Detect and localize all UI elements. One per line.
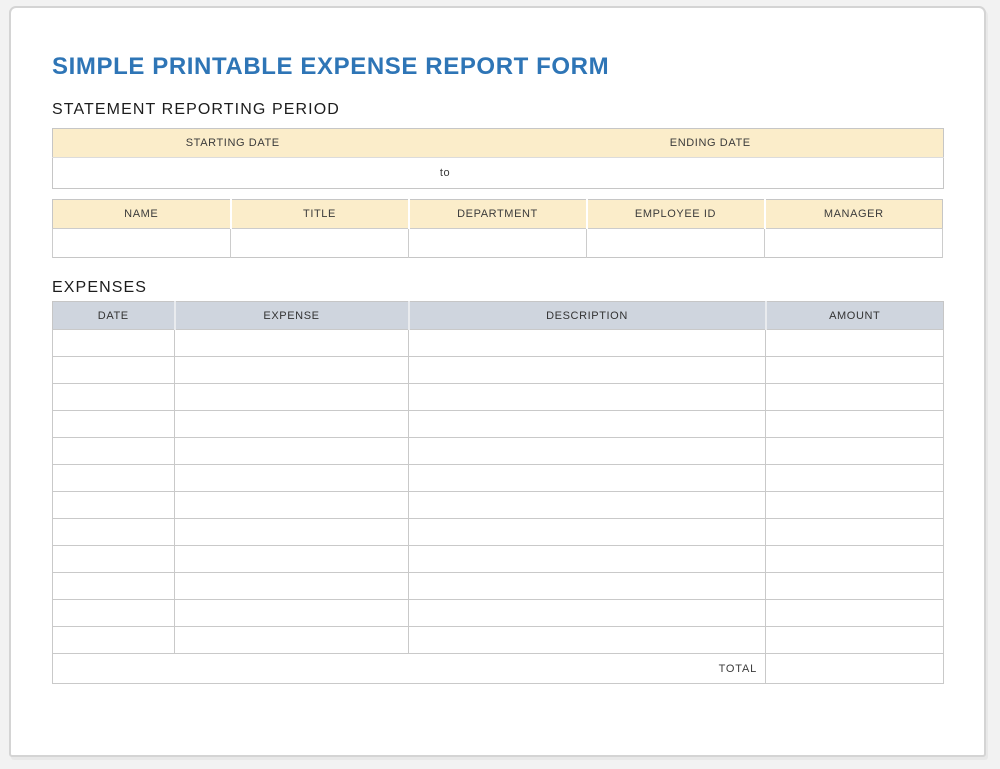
expense-row — [53, 384, 944, 411]
expense-date-cell[interactable] — [53, 627, 175, 654]
title-cell[interactable] — [231, 229, 409, 258]
expense-date-cell[interactable] — [53, 411, 175, 438]
total-row: TOTAL — [53, 654, 944, 684]
expense-date-cell[interactable] — [53, 492, 175, 519]
starting-date-cell[interactable] — [53, 158, 413, 189]
employee-info-table: NAME TITLE DEPARTMENT EMPLOYEE ID MANAGE… — [52, 199, 943, 258]
section-heading-reporting-period: STATEMENT REPORTING PERIOD — [52, 99, 941, 121]
expense-type-cell[interactable] — [175, 600, 409, 627]
expense-type-cell[interactable] — [175, 330, 409, 357]
expense-type-cell[interactable] — [175, 465, 409, 492]
period-header-spacer — [413, 129, 478, 158]
expense-row — [53, 357, 944, 384]
expense-row — [53, 465, 944, 492]
expense-description-cell[interactable] — [409, 438, 766, 465]
expense-date-cell[interactable] — [53, 519, 175, 546]
section-heading-expenses: EXPENSES — [52, 277, 941, 299]
expense-amount-cell[interactable] — [766, 384, 944, 411]
expense-description-cell[interactable] — [409, 411, 766, 438]
expense-row — [53, 573, 944, 600]
expense-row — [53, 600, 944, 627]
expense-row — [53, 627, 944, 654]
manager-header: MANAGER — [765, 200, 943, 229]
department-header: DEPARTMENT — [409, 200, 587, 229]
expense-header: EXPENSE — [175, 302, 409, 330]
expense-amount-cell[interactable] — [766, 411, 944, 438]
expense-amount-cell[interactable] — [766, 330, 944, 357]
expense-description-cell[interactable] — [409, 546, 766, 573]
employee-value-row — [53, 229, 943, 258]
expense-amount-cell[interactable] — [766, 546, 944, 573]
expense-amount-cell[interactable] — [766, 627, 944, 654]
total-amount-cell[interactable] — [766, 654, 944, 684]
expenses-table: DATE EXPENSE DESCRIPTION AMOUNT TOTAL — [52, 301, 944, 684]
expense-amount-cell[interactable] — [766, 600, 944, 627]
employee-header-row: NAME TITLE DEPARTMENT EMPLOYEE ID MANAGE… — [53, 200, 943, 229]
name-header: NAME — [53, 200, 231, 229]
expense-amount-cell[interactable] — [766, 438, 944, 465]
expense-type-cell[interactable] — [175, 546, 409, 573]
document-page: SIMPLE PRINTABLE EXPENSE REPORT FORM STA… — [9, 6, 986, 757]
expense-date-cell[interactable] — [53, 330, 175, 357]
description-header: DESCRIPTION — [409, 302, 766, 330]
employee-id-cell[interactable] — [587, 229, 765, 258]
expense-description-cell[interactable] — [409, 492, 766, 519]
period-separator-label: to — [413, 158, 478, 189]
expense-description-cell[interactable] — [409, 330, 766, 357]
department-cell[interactable] — [409, 229, 587, 258]
expense-amount-cell[interactable] — [766, 357, 944, 384]
expense-description-cell[interactable] — [409, 519, 766, 546]
period-value-row: to — [53, 158, 944, 189]
title-header: TITLE — [231, 200, 409, 229]
expense-date-cell[interactable] — [53, 573, 175, 600]
expense-description-cell[interactable] — [409, 357, 766, 384]
expense-date-cell[interactable] — [53, 465, 175, 492]
expense-type-cell[interactable] — [175, 357, 409, 384]
expense-amount-cell[interactable] — [766, 519, 944, 546]
expense-type-cell[interactable] — [175, 411, 409, 438]
expense-date-cell[interactable] — [53, 546, 175, 573]
expense-rows — [53, 330, 944, 654]
expense-amount-cell[interactable] — [766, 573, 944, 600]
expense-type-cell[interactable] — [175, 492, 409, 519]
ending-date-header: ENDING DATE — [478, 129, 944, 158]
amount-header: AMOUNT — [766, 302, 944, 330]
expense-description-cell[interactable] — [409, 573, 766, 600]
expense-date-cell[interactable] — [53, 600, 175, 627]
starting-date-header: STARTING DATE — [53, 129, 413, 158]
reporting-period-table: STARTING DATE ENDING DATE to — [52, 128, 944, 189]
page-title: SIMPLE PRINTABLE EXPENSE REPORT FORM — [52, 52, 941, 82]
period-header-row: STARTING DATE ENDING DATE — [53, 129, 944, 158]
expense-description-cell[interactable] — [409, 600, 766, 627]
expense-row — [53, 519, 944, 546]
expense-description-cell[interactable] — [409, 465, 766, 492]
expense-date-cell[interactable] — [53, 438, 175, 465]
ending-date-cell[interactable] — [478, 158, 944, 189]
date-header: DATE — [53, 302, 175, 330]
expense-row — [53, 546, 944, 573]
expense-type-cell[interactable] — [175, 519, 409, 546]
employee-id-header: EMPLOYEE ID — [587, 200, 765, 229]
expense-row — [53, 411, 944, 438]
expense-amount-cell[interactable] — [766, 465, 944, 492]
expenses-header-row: DATE EXPENSE DESCRIPTION AMOUNT — [53, 302, 944, 330]
expense-date-cell[interactable] — [53, 384, 175, 411]
expense-description-cell[interactable] — [409, 627, 766, 654]
expense-type-cell[interactable] — [175, 627, 409, 654]
expense-date-cell[interactable] — [53, 357, 175, 384]
expense-type-cell[interactable] — [175, 384, 409, 411]
expense-row — [53, 492, 944, 519]
expense-type-cell[interactable] — [175, 573, 409, 600]
expense-amount-cell[interactable] — [766, 492, 944, 519]
expense-row — [53, 330, 944, 357]
expense-description-cell[interactable] — [409, 384, 766, 411]
name-cell[interactable] — [53, 229, 231, 258]
expense-row — [53, 438, 944, 465]
expense-type-cell[interactable] — [175, 438, 409, 465]
total-label: TOTAL — [53, 654, 766, 684]
manager-cell[interactable] — [765, 229, 943, 258]
